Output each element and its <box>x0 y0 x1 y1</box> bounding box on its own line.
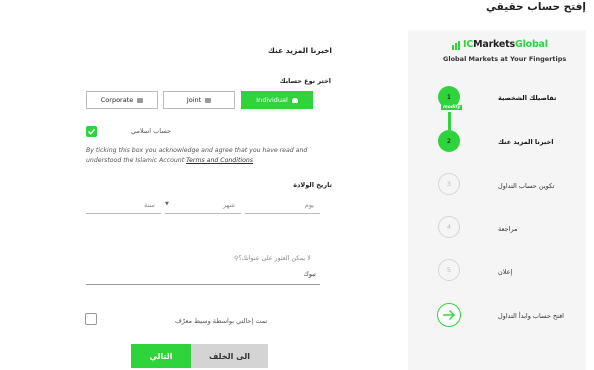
account-type-joint-label: Joint <box>186 96 202 104</box>
arrow-right-icon <box>443 310 455 320</box>
address-value: تبوك <box>303 270 317 278</box>
step-5-circle: 5 <box>438 259 460 281</box>
back-button[interactable]: الى الخلف <box>191 344 268 368</box>
final-step-label: افتح حساب وابدأ التداول <box>498 312 564 320</box>
next-button[interactable]: التالي <box>131 344 191 368</box>
tagline: Global Markets at Your Fingertips <box>443 55 567 63</box>
account-type-joint-button[interactable]: Joint <box>163 91 235 109</box>
checkmark-icon <box>87 128 96 135</box>
dob-month-select[interactable]: ▼ شهر <box>165 197 241 214</box>
account-type-label: اختر نوع حسابك <box>279 77 331 85</box>
page-title: إفتح حساب حقيقي <box>486 1 586 13</box>
dob-day-placeholder: يوم <box>304 201 314 209</box>
dob-day-field[interactable]: يوم <box>245 197 320 214</box>
terms-link[interactable]: Terms and Conditions <box>186 157 253 164</box>
broker-referral-label: تمت إحالتي بواسطة وسيط معرّف <box>175 317 268 325</box>
address-hint[interactable]: لا يمكن العثور على عنوانك؟⚲ <box>232 255 311 262</box>
broker-referral-checkbox[interactable] <box>85 313 97 325</box>
logo-bars-icon <box>452 39 461 50</box>
islamic-account-label: حساب اسلامي <box>131 127 172 135</box>
step-3-circle: 3 <box>438 173 460 195</box>
section-title: اخبرنا المزيد عنك <box>268 46 332 55</box>
account-type-corporate-label: Corporate <box>100 96 134 104</box>
address-hint-text: لا يمكن العثور على عنوانك؟ <box>238 255 311 262</box>
dob-year-field[interactable]: سنة <box>86 197 161 214</box>
step-2-label: اخبرنا المزيد عنك <box>498 138 554 146</box>
step-connector <box>448 112 451 130</box>
islamic-disclaimer: By ticking this box you acknowledge and … <box>86 146 316 166</box>
dob-label: تاريخ الولادة <box>293 181 332 189</box>
corporate-icon <box>137 97 144 103</box>
dob-year-placeholder: سنة <box>144 201 155 209</box>
islamic-account-checkbox[interactable] <box>86 126 97 137</box>
step-4-label: مراجعة <box>498 225 518 233</box>
account-type-individual-label: Individual <box>256 96 288 104</box>
final-step-circle <box>437 303 461 327</box>
ic-markets-logo: ICMarketsGlobal <box>452 39 548 50</box>
joint-icon <box>205 97 212 103</box>
step-2-circle: 2 <box>438 130 460 152</box>
address-field[interactable]: تبوك <box>86 267 320 285</box>
step-4-circle: 4 <box>438 216 460 238</box>
logo-global: Global <box>514 39 548 50</box>
person-icon <box>291 97 298 103</box>
logo-ic: IC <box>463 39 474 50</box>
modify-tag[interactable]: modify <box>441 105 463 110</box>
account-type-individual-button[interactable]: Individual <box>241 91 313 109</box>
step-1-label: تفاصيلك الشخصية <box>498 94 557 102</box>
step-3-label: تكوين حساب التداول <box>498 182 555 190</box>
step-5-label: إعلان <box>498 268 513 276</box>
account-type-corporate-button[interactable]: Corporate <box>86 91 158 109</box>
logo-markets: Markets <box>473 39 515 50</box>
dob-month-placeholder: شهر <box>222 201 235 209</box>
